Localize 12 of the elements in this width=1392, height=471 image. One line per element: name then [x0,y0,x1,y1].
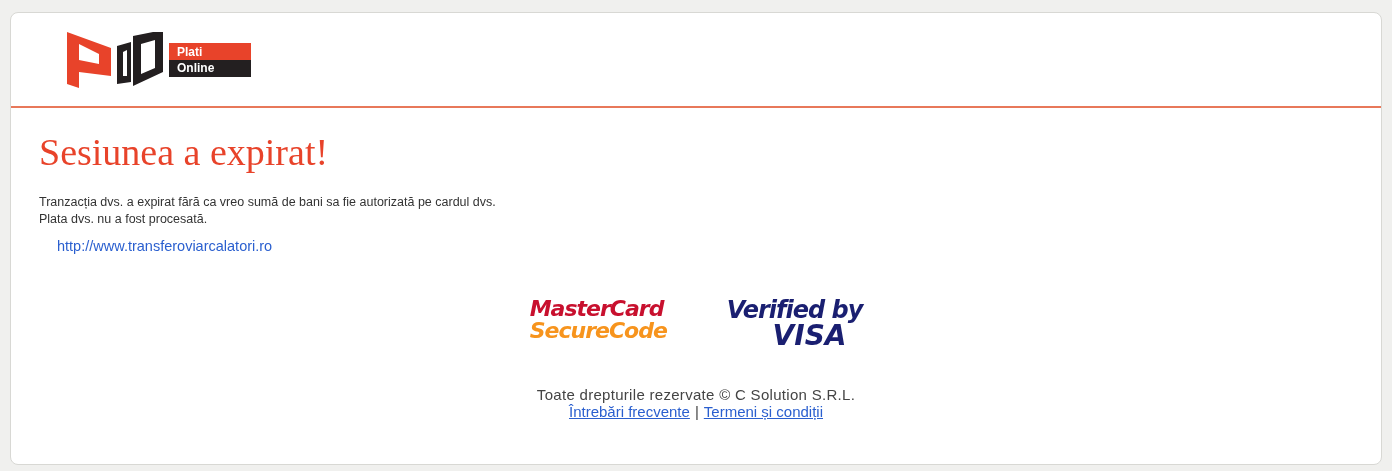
page-title: Sesiunea a expirat! [39,130,329,174]
return-link[interactable]: http://www.transferoviarcalatori.ro [57,238,273,254]
logo-mark-icon [65,31,165,88]
footer-link[interactable]: Întrebări frecvente [569,403,690,420]
link-separator: | [694,403,699,420]
verified-logo: Verified by VISA [726,298,863,350]
message-text: Tranzacția dvs. a expirat fără ca vreo sumă de bani sa fie autorizată pe cardul dvs. [39,194,496,211]
securecode-logo: MasterCard SecureCode [529,298,667,345]
footer-link[interactable]: Termeni și condiții [703,403,823,420]
message-text: Plata dvs. nu a fost procesată. [39,211,208,228]
logo-text: Plati [169,42,251,60]
copyright-text: Toate drepturile rezervate © C Solution S.R.L. [536,386,856,403]
